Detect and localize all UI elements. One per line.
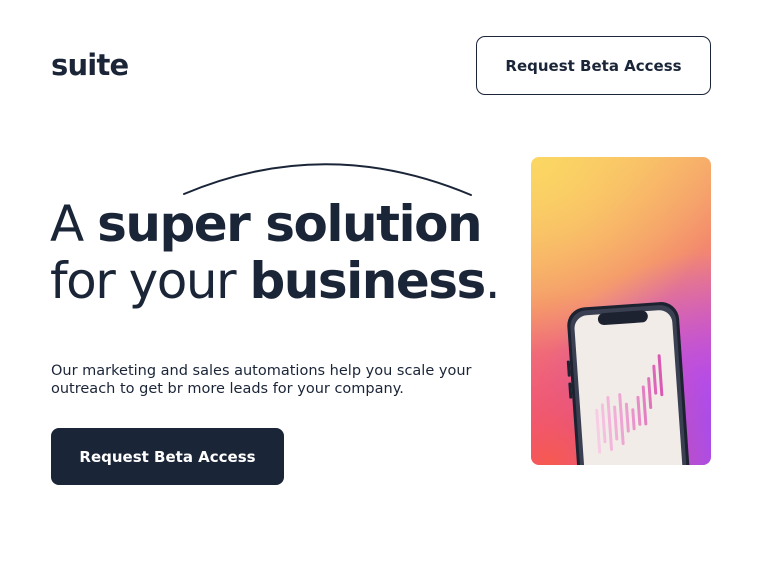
hero-description: Our marketing and sales automations help… <box>51 363 472 397</box>
headline-word-a: A <box>50 195 98 253</box>
brand-logo[interactable]: suite <box>51 46 129 84</box>
hero-image-card <box>531 157 711 465</box>
headline-period: . <box>484 252 501 310</box>
request-beta-access-header-button[interactable]: Request Beta Access <box>476 36 711 95</box>
request-beta-access-hero-button[interactable]: Request Beta Access <box>51 428 284 485</box>
headline-super-solution: super solution <box>97 195 482 253</box>
headline-business: business <box>249 252 486 310</box>
headline-for-your: for your <box>50 252 250 310</box>
hero-headline: A super solution for your business. <box>50 196 570 310</box>
phone-illustration-icon <box>566 302 691 465</box>
